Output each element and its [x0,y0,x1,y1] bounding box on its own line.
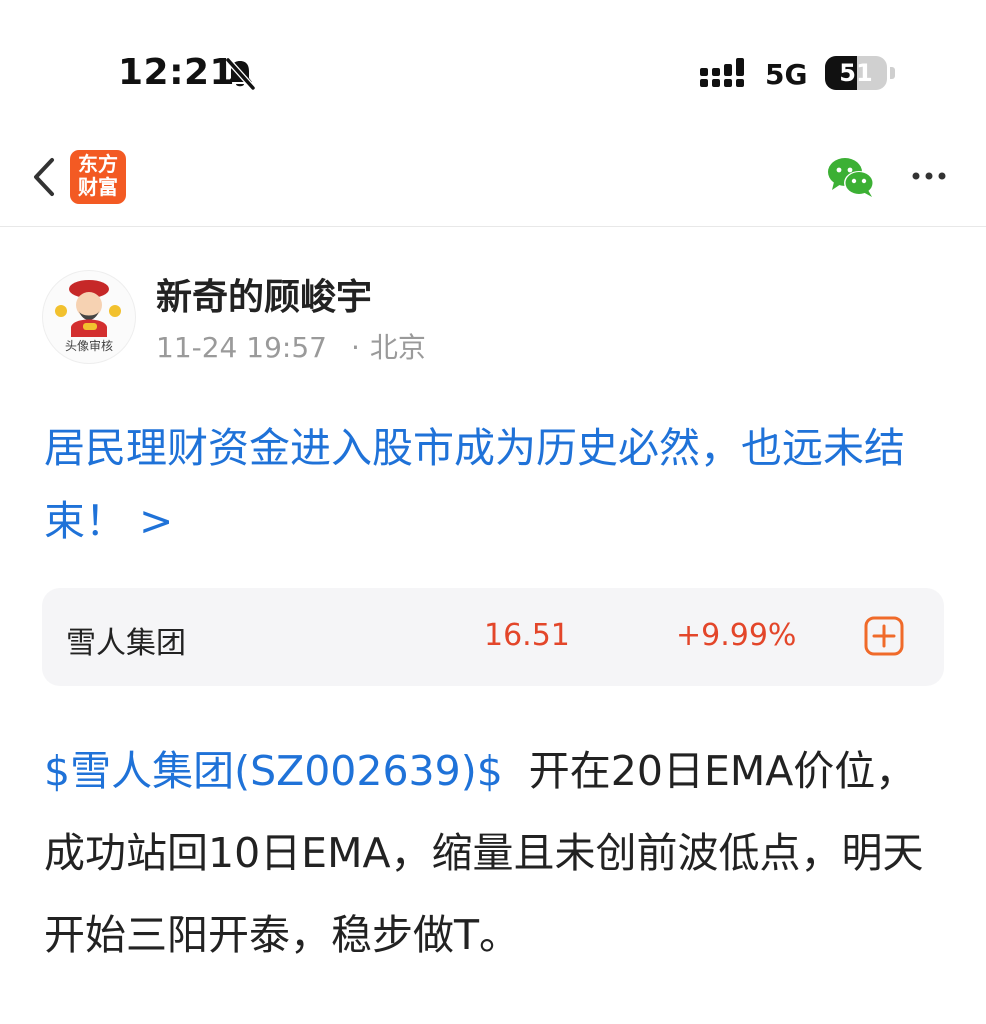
battery-level: 51 [839,59,873,87]
back-button[interactable] [22,152,66,202]
nav-bar: 东方 财富 [0,130,986,227]
app-logo-line1: 东方 [78,152,118,176]
stock-link[interactable]: $雪人集团(SZ002639)$ [44,747,503,795]
status-time: 12:21 [118,52,236,93]
wechat-share-button[interactable] [826,156,876,198]
avatar[interactable]: 头像审核 [42,270,136,364]
post-meta: 11-24 19:57 · 北京 [156,326,426,366]
status-bar: 12:21 5G 51 [0,0,986,130]
battery-indicator: 51 [825,56,897,92]
avatar-watermark: 头像审核 [64,339,113,353]
add-watchlist-button[interactable] [864,616,904,656]
wechat-icon [828,158,874,197]
stock-price: 16.51 [484,618,570,653]
meta-separator: · [350,331,360,364]
plus-square-icon [864,616,904,656]
chevron-left-icon [34,158,54,196]
app-logo[interactable]: 东方 财富 [70,150,126,204]
post-title-link[interactable]: 居民理财资金进入股市成为历史必然，也远未结束！ > [44,412,954,558]
post-location: 北京 [369,331,426,364]
post-page: 12:21 5G 51 东方 财富 头像审核 新奇的顾峻宇 11-24 19:5… [0,0,986,1024]
battery-cap [890,67,895,79]
author-name[interactable]: 新奇的顾峻宇 [156,268,372,320]
bell-muted-icon [222,56,258,92]
post-body: $雪人集团(SZ002639)$ 开在20日EMA价位，成功站回10日EMA，缩量… [44,730,954,976]
app-logo-line2: 财富 [78,175,118,199]
more-button[interactable] [904,154,954,198]
stock-name: 雪人集团 [66,626,186,661]
stock-change: +9.99% [676,618,797,653]
network-label: 5G [765,58,808,91]
signal-icon [700,58,750,88]
post-date: 11-24 19:57 [156,331,327,364]
ellipsis-icon [912,172,946,180]
stock-quote-card[interactable]: 雪人集团 16.51 +9.99% [42,588,944,686]
